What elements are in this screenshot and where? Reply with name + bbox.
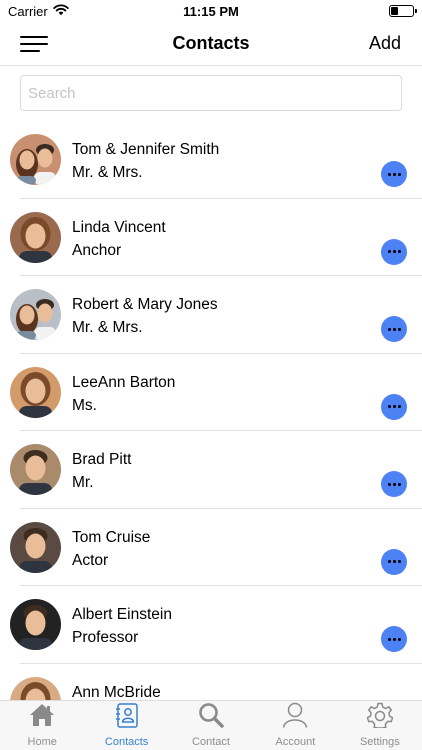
contact-name: Albert Einstein xyxy=(72,606,172,623)
tab-contacts[interactable]: Contacts xyxy=(84,701,168,750)
tab-label: Account xyxy=(275,736,316,748)
contact-name: Robert & Mary Jones xyxy=(72,296,218,313)
more-options-icon[interactable] xyxy=(381,238,407,265)
page-title: Contacts xyxy=(172,33,250,53)
avatar xyxy=(10,521,61,573)
contact-title: Mr. xyxy=(72,474,94,491)
avatar xyxy=(10,211,61,263)
contact-row[interactable]: Tom Cruise Actor xyxy=(10,509,422,586)
house-icon xyxy=(28,702,56,736)
contact-row[interactable]: Linda Vincent Anchor xyxy=(10,199,422,276)
wifi-icon xyxy=(53,3,69,19)
contact-row[interactable]: Tom & Jennifer Smith Mr. & Mrs. xyxy=(10,121,422,199)
avatar xyxy=(10,134,61,185)
contact-row[interactable]: Albert Einstein Professor xyxy=(10,586,422,664)
contact-title: Mr. & Mrs. xyxy=(72,319,143,336)
tab-label: Settings xyxy=(359,736,400,748)
contact-name: Linda Vincent xyxy=(72,218,166,236)
search-icon xyxy=(197,702,225,736)
contact-title: Mr. & Mrs. xyxy=(72,164,143,181)
contact-name: LeeAnn Barton xyxy=(72,373,176,391)
search-bar xyxy=(20,75,402,111)
tab-label: Home xyxy=(27,736,57,748)
avatar xyxy=(10,676,61,700)
battery-level xyxy=(391,7,399,15)
contact-title: Professor xyxy=(72,629,139,646)
contact-row[interactable]: Robert & Mary Jones Mr. & Mrs. xyxy=(10,276,422,354)
tab-label: Contact xyxy=(192,736,230,748)
hamburger-menu-icon[interactable] xyxy=(20,35,48,53)
contact-name: Tom & Jennifer Smith xyxy=(72,141,220,158)
more-options-icon[interactable] xyxy=(381,471,407,497)
navigation-bar: Contacts Add xyxy=(0,22,422,66)
search-input[interactable] xyxy=(21,76,401,110)
user-icon xyxy=(281,702,309,736)
tab-settings[interactable]: Settings xyxy=(338,701,422,750)
contact-row[interactable]: Ann McBride xyxy=(10,664,422,701)
more-options-icon[interactable] xyxy=(381,316,407,342)
add-button[interactable]: Add xyxy=(369,33,401,54)
tab-bar: Home Contacts Contact Account Settings xyxy=(0,700,422,750)
carrier-label: Carrier xyxy=(8,3,48,19)
contact-list: Tom & Jennifer Smith Mr. & Mrs. Linda Vinc… xyxy=(0,121,422,700)
contact-name: Ann McBride xyxy=(72,683,161,701)
tab-contact[interactable]: Contact xyxy=(169,701,253,750)
contact-name: Tom Cruise xyxy=(72,528,151,546)
status-left: Carrier xyxy=(8,4,69,19)
contact-title: Actor xyxy=(72,551,109,569)
tab-home[interactable]: Home xyxy=(0,701,84,750)
more-options-icon[interactable] xyxy=(381,161,407,187)
tab-label: Contacts xyxy=(104,736,149,748)
avatar xyxy=(10,366,61,418)
contact-title: Anchor xyxy=(72,241,122,259)
contact-row[interactable]: LeeAnn Barton Ms. xyxy=(10,354,422,431)
avatar xyxy=(10,289,61,340)
more-options-icon[interactable] xyxy=(381,393,407,420)
tab-account[interactable]: Account xyxy=(253,701,337,750)
address-book-icon xyxy=(113,702,141,736)
more-options-icon[interactable] xyxy=(381,626,407,652)
avatar xyxy=(10,599,61,650)
contact-title: Ms. xyxy=(72,396,97,414)
avatar xyxy=(10,444,61,495)
gear-icon xyxy=(366,702,394,736)
contact-name: Brad Pitt xyxy=(72,451,132,468)
status-bar: Carrier 11:15 PM xyxy=(0,0,422,22)
contact-row[interactable]: Brad Pitt Mr. xyxy=(10,431,422,509)
more-options-icon[interactable] xyxy=(381,548,407,575)
battery-icon xyxy=(389,5,417,17)
